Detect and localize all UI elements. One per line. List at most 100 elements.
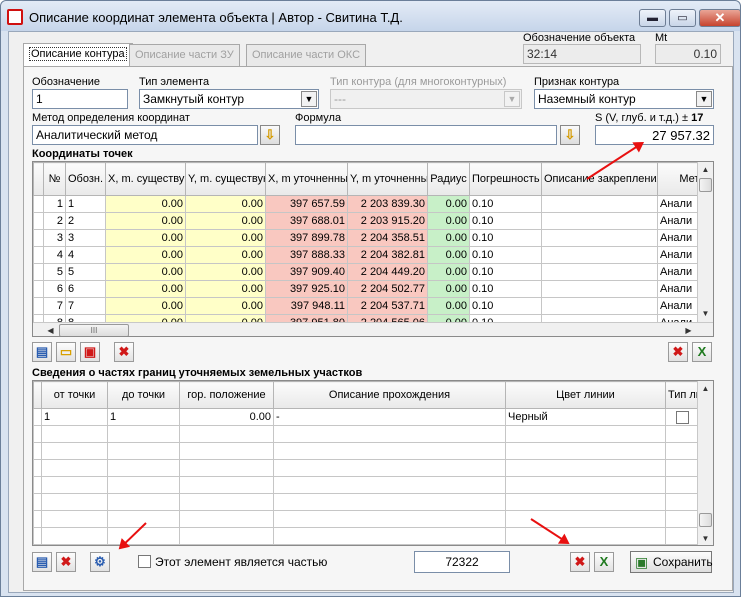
cell[interactable]: 0.00 [185, 280, 266, 298]
cell[interactable]: 0.00 [185, 212, 266, 230]
col-header[interactable]: Цвет линии [505, 381, 666, 409]
parts-grid[interactable]: от точки до точки гор. положение Описани… [32, 380, 714, 546]
checkbox-box[interactable] [138, 555, 151, 569]
table-row[interactable]: 4 4 0.00 0.00 397 888.33 2 204 382.81 0.… [33, 246, 713, 264]
scroll-left-icon[interactable]: ◀ [43, 323, 58, 336]
line-type-cell[interactable] [665, 408, 700, 426]
cell[interactable]: 397 657.59 [265, 195, 348, 213]
delete-all-button[interactable]: ✖ [668, 342, 688, 362]
save-file-button[interactable]: ▣ [80, 342, 100, 362]
is-part-checkbox[interactable] [138, 554, 151, 569]
cell[interactable]: 2 204 449.20 [347, 263, 428, 281]
scroll-right-icon[interactable]: ▶ [681, 323, 696, 336]
cell[interactable]: 1 [65, 195, 106, 213]
col-header[interactable]: до точки [107, 381, 180, 409]
cell[interactable]: 0.00 [105, 263, 186, 281]
minimize-button[interactable]: ▬ [639, 9, 666, 27]
cell[interactable]: 3 [43, 229, 66, 247]
cell[interactable]: 0.00 [427, 229, 470, 247]
cell[interactable]: 0.10 [469, 280, 542, 298]
cell[interactable]: 0.00 [185, 246, 266, 264]
cell[interactable]: 1 [41, 408, 108, 426]
scroll-up-icon[interactable]: ▲ [698, 162, 713, 177]
col-header[interactable]: X, m уточненные [265, 162, 348, 196]
method-input[interactable]: Аналитический метод [32, 125, 258, 145]
cell[interactable]: 4 [65, 246, 106, 264]
scroll-down-icon[interactable]: ▼ [698, 531, 713, 545]
table-row[interactable]: 2 2 0.00 0.00 397 688.01 2 203 915.20 0.… [33, 212, 713, 230]
col-header[interactable]: Y, m уточненные [347, 162, 428, 196]
designation-input[interactable]: 1 [32, 89, 128, 109]
excel-export-parts-button[interactable]: X [594, 552, 614, 572]
save-button[interactable]: ▣ Сохранить [630, 551, 713, 573]
scroll-thumb[interactable]: III [59, 324, 129, 336]
cell[interactable]: 0.00 [105, 246, 186, 264]
cell[interactable]: 1 [107, 408, 180, 426]
cell[interactable]: 0.10 [469, 195, 542, 213]
cell[interactable] [541, 263, 658, 281]
cell[interactable]: 2 204 382.81 [347, 246, 428, 264]
open-file-button[interactable]: ▭ [56, 342, 76, 362]
close-button[interactable]: ✕ [699, 9, 741, 27]
col-header[interactable]: Описание прохождения [273, 381, 506, 409]
col-header[interactable]: гор. положение [179, 381, 274, 409]
cell[interactable]: 0.00 [105, 280, 186, 298]
parts-vertical-scrollbar[interactable]: ▲ ▼ [697, 381, 713, 545]
cell[interactable]: 0.00 [427, 263, 470, 281]
cell[interactable]: 1 [43, 195, 66, 213]
cell[interactable]: 397 925.10 [265, 280, 348, 298]
cell[interactable]: 0.00 [105, 212, 186, 230]
cell[interactable]: 397 948.11 [265, 297, 348, 315]
table-row[interactable] [33, 493, 700, 511]
col-header[interactable]: Y, m. существующие [185, 162, 266, 196]
delete-part-button[interactable]: ✖ [56, 552, 76, 572]
tab-land-part[interactable]: Описание части ЗУ [129, 44, 240, 66]
maximize-button[interactable]: ▭ [669, 9, 696, 27]
cell[interactable]: 397 909.40 [265, 263, 348, 281]
col-header[interactable]: Обозн. точек [65, 162, 106, 196]
method-pick-button[interactable]: ⇩ [260, 125, 280, 145]
cell[interactable]: 2 204 537.71 [347, 297, 428, 315]
add-part-button[interactable]: ▤ [32, 552, 52, 572]
cell[interactable]: 2 [65, 212, 106, 230]
line-type-checkbox[interactable] [676, 410, 689, 424]
chevron-down-icon[interactable]: ▼ [696, 91, 712, 107]
cell[interactable]: 0.10 [469, 297, 542, 315]
cell[interactable]: 0.10 [469, 229, 542, 247]
table-row[interactable]: 6 6 0.00 0.00 397 925.10 2 204 502.77 0.… [33, 280, 713, 298]
cell[interactable]: 397 888.33 [265, 246, 348, 264]
contour-sign-select[interactable]: Наземный контур ▼ [534, 89, 714, 109]
cell[interactable]: 7 [43, 297, 66, 315]
chevron-down-icon[interactable]: ▼ [301, 91, 317, 107]
table-row[interactable]: 3 3 0.00 0.00 397 899.78 2 204 358.51 0.… [33, 229, 713, 247]
table-row[interactable]: 7 7 0.00 0.00 397 948.11 2 204 537.71 0.… [33, 297, 713, 315]
scroll-down-icon[interactable]: ▼ [698, 306, 713, 321]
area-input[interactable]: 27 957.32 [595, 125, 714, 145]
cell[interactable]: 4 [43, 246, 66, 264]
cell[interactable]: 6 [43, 280, 66, 298]
table-row[interactable] [33, 425, 700, 443]
tab-oks-part[interactable]: Описание части ОКС [246, 44, 367, 66]
col-header[interactable]: № [43, 162, 66, 196]
scroll-up-icon[interactable]: ▲ [698, 381, 713, 396]
cell[interactable]: 0.00 [185, 195, 266, 213]
cell[interactable] [541, 212, 658, 230]
cell[interactable]: 0.00 [427, 297, 470, 315]
cell[interactable]: 2 204 502.77 [347, 280, 428, 298]
table-row[interactable] [33, 442, 700, 460]
table-row[interactable]: 5 5 0.00 0.00 397 909.40 2 204 449.20 0.… [33, 263, 713, 281]
formula-input[interactable] [295, 125, 557, 145]
col-header[interactable]: от точки [41, 381, 108, 409]
cell[interactable] [541, 297, 658, 315]
col-header[interactable]: Описание закрепления точки [541, 162, 658, 196]
cell[interactable]: 0.10 [469, 263, 542, 281]
scroll-thumb[interactable] [699, 513, 712, 527]
cell[interactable]: 397 688.01 [265, 212, 348, 230]
coords-grid[interactable]: № Обозн. точек X, m. существующие Y, m. … [32, 161, 714, 337]
formula-pick-button[interactable]: ⇩ [560, 125, 580, 145]
col-header[interactable]: X, m. существующие [105, 162, 186, 196]
cell[interactable]: 2 203 915.20 [347, 212, 428, 230]
element-type-select[interactable]: Замкнутый контур ▼ [139, 89, 319, 109]
cell[interactable]: 0.00 [427, 195, 470, 213]
cell[interactable]: 0.00 [185, 297, 266, 315]
